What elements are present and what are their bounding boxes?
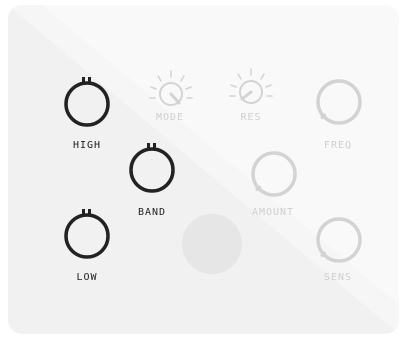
freq-knob[interactable]: [313, 76, 365, 135]
pedal-panel: [8, 5, 399, 334]
mode-label: MODE: [155, 112, 185, 123]
band-label: BAND: [137, 207, 167, 218]
sens-knob[interactable]: [313, 214, 365, 273]
low-knob[interactable]: [62, 208, 112, 267]
sens-label: SENS: [323, 272, 353, 283]
footswitch-pad[interactable]: [182, 214, 242, 274]
pedal-stage: HIGH BAND LOW MODE RES FREQ AMOUNT SENS: [0, 0, 406, 339]
high-knob[interactable]: [62, 76, 112, 135]
low-label: LOW: [76, 272, 98, 283]
res-label: RES: [240, 112, 262, 123]
panel-shading: [8, 5, 399, 334]
band-knob[interactable]: [127, 142, 177, 201]
res-selector[interactable]: [226, 66, 276, 117]
amount-knob[interactable]: [248, 148, 300, 207]
high-label: HIGH: [72, 140, 102, 151]
freq-label: FREQ: [323, 140, 353, 151]
amount-label: AMOUNT: [251, 207, 295, 218]
